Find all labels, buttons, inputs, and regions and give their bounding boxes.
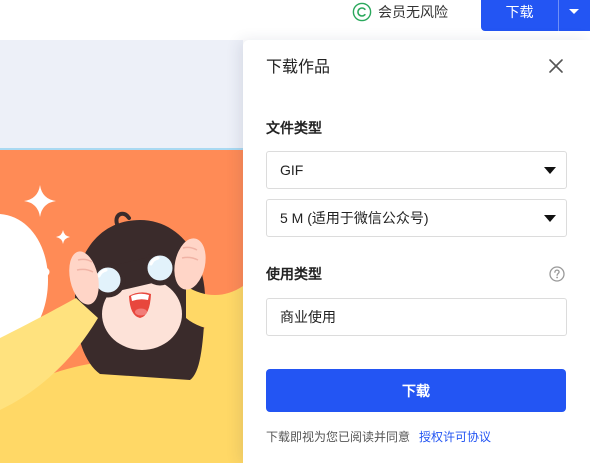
close-button[interactable] xyxy=(548,58,564,74)
member-guarantee-label: 会员无风险 xyxy=(378,4,448,20)
license-agreement-link[interactable]: 授权许可协议 xyxy=(419,430,491,444)
question-circle-icon xyxy=(549,266,565,282)
top-bar: 会员无风险 下载 xyxy=(0,0,590,40)
download-button[interactable]: 下载 xyxy=(266,369,566,412)
banner-illustration xyxy=(0,148,243,463)
illustration-top-edge xyxy=(0,148,243,150)
binoculars-right-lens xyxy=(142,250,178,286)
file-size-select[interactable]: 5 M (适用于微信公众号) xyxy=(266,199,567,237)
circled-c-icon xyxy=(352,2,372,22)
caret-down-icon xyxy=(544,214,556,222)
file-size-value: 5 M (适用于微信公众号) xyxy=(280,210,429,226)
member-guarantee[interactable]: 会员无风险 xyxy=(352,0,448,24)
canvas-area xyxy=(0,40,243,463)
file-format-value: GIF xyxy=(280,162,304,178)
header-download-button[interactable]: 下载 xyxy=(481,0,558,31)
usage-type-field[interactable]: 商业使用 xyxy=(266,298,567,336)
download-panel: 下载作品 文件类型 GIF 5 M (适用于微信公众号) 使用类型 商业使用 下… xyxy=(243,40,590,463)
girl-tongue xyxy=(135,308,147,316)
panel-title: 下载作品 xyxy=(266,59,331,76)
usage-type-value: 商业使用 xyxy=(280,309,336,325)
caret-down-icon xyxy=(544,166,556,174)
cloud-bump xyxy=(40,267,50,277)
header-download-dropdown-button[interactable] xyxy=(558,0,590,31)
file-type-label: 文件类型 xyxy=(266,120,322,136)
usage-help-button[interactable] xyxy=(549,266,565,282)
file-format-select[interactable]: GIF xyxy=(266,151,567,189)
close-icon xyxy=(549,59,563,73)
agreement-text: 下载即视为您已阅读并同意 xyxy=(266,430,411,444)
usage-type-label: 使用类型 xyxy=(266,266,322,282)
agreement-notice: 下载即视为您已阅读并同意 授权许可协议 xyxy=(266,427,491,447)
caret-down-icon xyxy=(569,9,579,14)
